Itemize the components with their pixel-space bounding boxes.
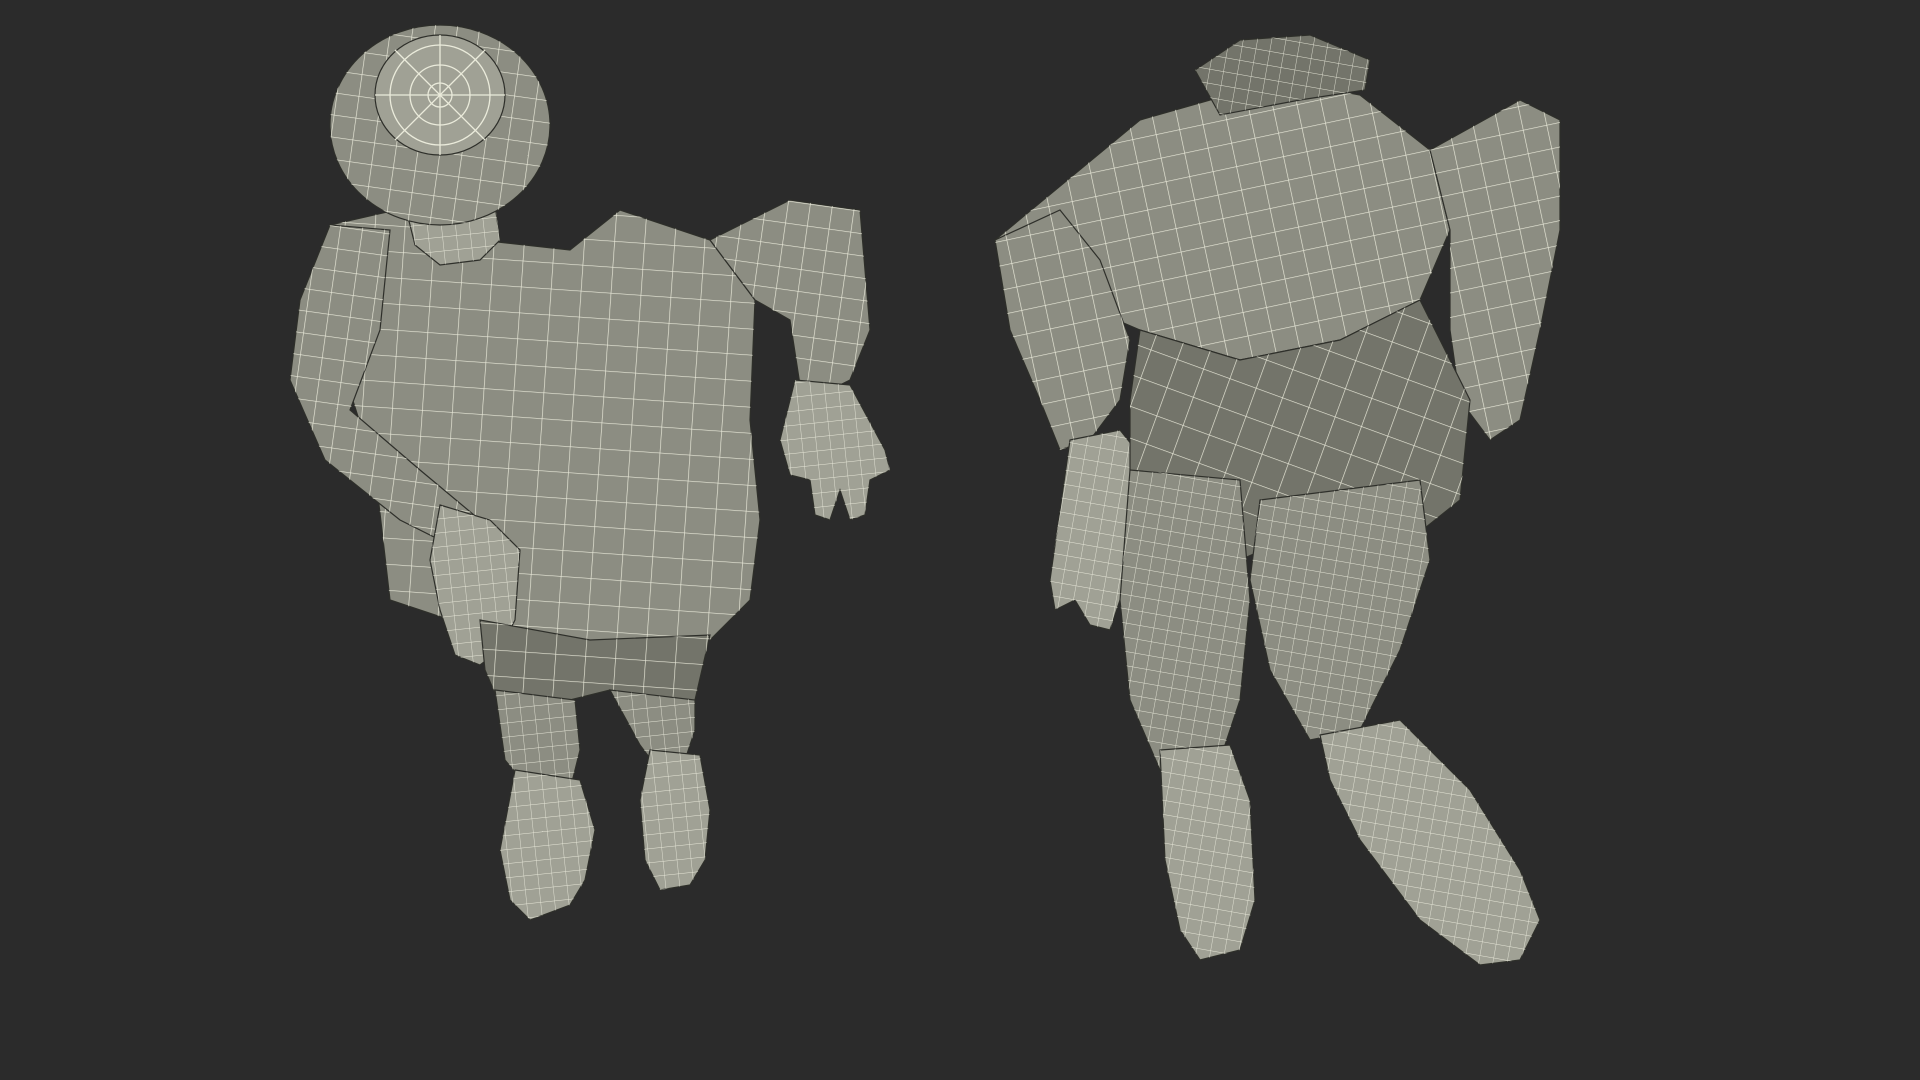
right-foot-mesh: [1319, 719, 1541, 966]
left-foot-mesh: [1159, 744, 1256, 961]
torso-mesh: [329, 199, 761, 646]
wireframe-figure-bottom-view: [994, 34, 1561, 966]
3d-viewport[interactable]: [0, 0, 1920, 1080]
right-hand-mesh: [779, 379, 891, 521]
right-leg-mesh: [1249, 479, 1431, 741]
wireframe-figure-top-view: [289, 24, 891, 921]
right-foot-mesh: [639, 749, 711, 891]
left-leg-mesh: [1119, 469, 1251, 771]
left-foot-mesh: [499, 769, 596, 921]
hat-mesh: [329, 24, 551, 226]
